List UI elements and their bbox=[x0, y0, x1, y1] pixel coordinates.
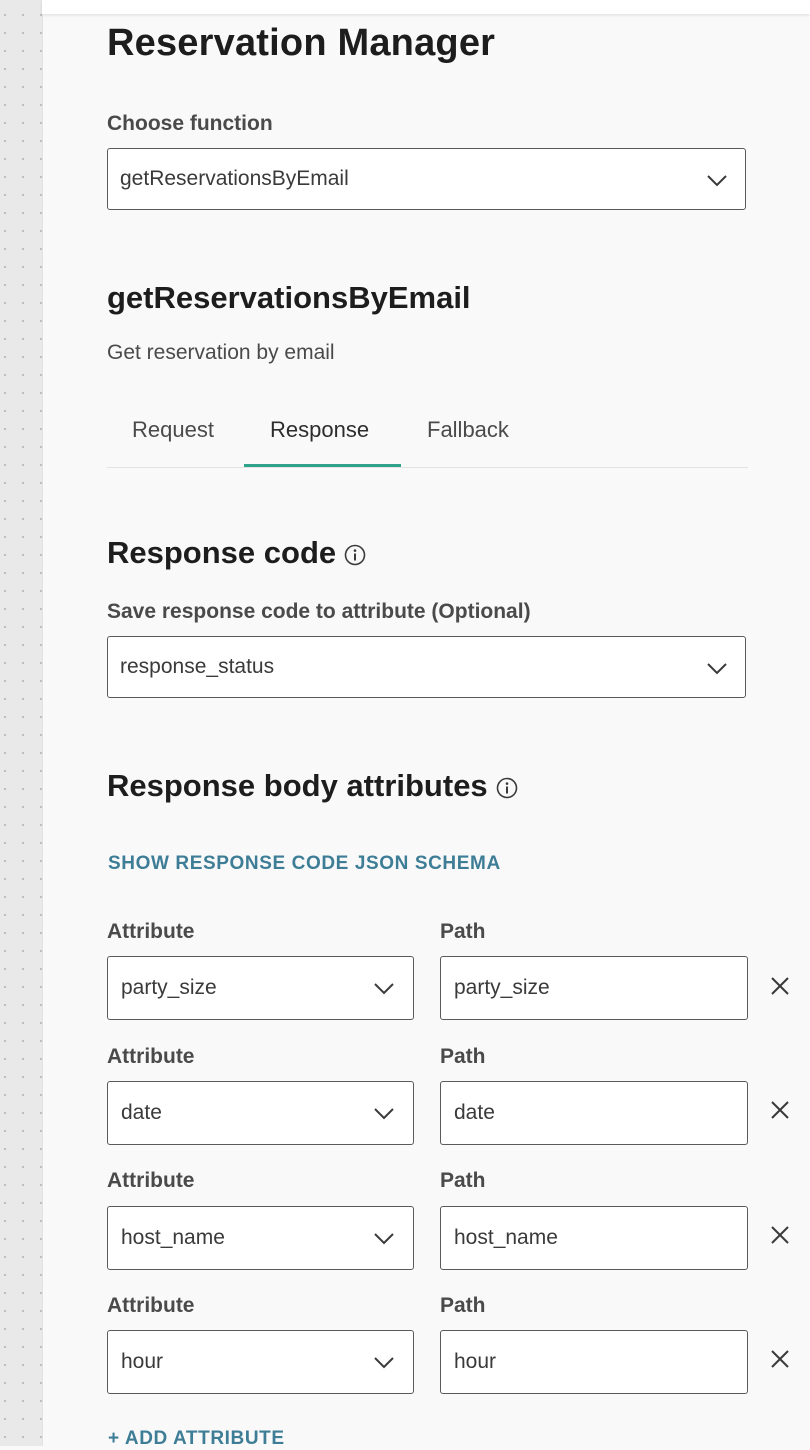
tab-response[interactable]: Response bbox=[270, 417, 369, 443]
tab-request[interactable]: Request bbox=[132, 417, 214, 443]
attribute-label: Attribute bbox=[107, 920, 195, 943]
response-body-heading: Response body attributes bbox=[107, 768, 488, 803]
attribute-select[interactable]: hour bbox=[107, 1330, 414, 1394]
path-input[interactable]: date bbox=[440, 1081, 748, 1145]
close-icon[interactable] bbox=[771, 977, 789, 995]
close-icon[interactable] bbox=[771, 1101, 789, 1119]
path-input[interactable]: host_name bbox=[440, 1206, 748, 1270]
path-input[interactable]: hour bbox=[440, 1330, 748, 1394]
path-label: Path bbox=[440, 1294, 486, 1317]
canvas-background bbox=[0, 0, 43, 1446]
function-select-value: getReservationsByEmail bbox=[120, 167, 349, 190]
chevron-down-icon bbox=[374, 1108, 394, 1120]
save-response-code-label: Save response code to attribute (Optiona… bbox=[107, 600, 531, 623]
response-code-section-heading: Response code bbox=[107, 535, 366, 571]
path-input-value: party_size bbox=[454, 976, 550, 999]
close-icon[interactable] bbox=[771, 1226, 789, 1244]
attribute-select-value: hour bbox=[121, 1350, 164, 1373]
chevron-down-icon bbox=[374, 1357, 394, 1369]
add-attribute-link[interactable]: + ADD ATTRIBUTE bbox=[108, 1428, 285, 1450]
response-code-heading: Response code bbox=[107, 535, 337, 570]
tab-fallback[interactable]: Fallback bbox=[427, 417, 509, 443]
function-description: Get reservation by email bbox=[107, 341, 335, 364]
show-json-schema-link[interactable]: SHOW RESPONSE CODE JSON SCHEMA bbox=[108, 853, 501, 875]
response-code-attribute-value: response_status bbox=[120, 655, 275, 678]
path-input[interactable]: party_size bbox=[440, 956, 748, 1020]
path-input-value: host_name bbox=[454, 1226, 558, 1249]
function-select[interactable]: getReservationsByEmail bbox=[107, 148, 746, 210]
choose-function-label: Choose function bbox=[107, 112, 273, 135]
top-bar bbox=[42, 0, 810, 14]
chevron-down-icon bbox=[374, 1233, 394, 1245]
attribute-select[interactable]: host_name bbox=[107, 1206, 414, 1270]
path-label: Path bbox=[440, 1045, 486, 1068]
attribute-label: Attribute bbox=[107, 1045, 195, 1068]
attribute-label: Attribute bbox=[107, 1169, 195, 1192]
attribute-select-value: host_name bbox=[121, 1226, 225, 1249]
chevron-down-icon bbox=[707, 663, 727, 675]
attribute-select[interactable]: party_size bbox=[107, 956, 414, 1020]
chevron-down-icon bbox=[707, 175, 727, 187]
path-label: Path bbox=[440, 920, 486, 943]
info-icon[interactable] bbox=[344, 544, 366, 566]
chevron-down-icon bbox=[374, 983, 394, 995]
path-input-value: hour bbox=[454, 1350, 497, 1373]
path-input-value: date bbox=[454, 1101, 495, 1124]
attribute-select-value: party_size bbox=[121, 976, 217, 999]
attribute-select[interactable]: date bbox=[107, 1081, 414, 1145]
attribute-select-value: date bbox=[121, 1101, 162, 1124]
response-code-attribute-select[interactable]: response_status bbox=[107, 636, 746, 698]
info-icon[interactable] bbox=[496, 777, 518, 799]
attribute-label: Attribute bbox=[107, 1294, 195, 1317]
response-body-section-heading: Response body attributes bbox=[107, 768, 518, 804]
function-name-heading: getReservationsByEmail bbox=[107, 280, 471, 315]
tab-bar: Request Response Fallback bbox=[107, 405, 748, 468]
page-title: Reservation Manager bbox=[107, 22, 496, 64]
active-tab-indicator bbox=[244, 464, 401, 467]
path-label: Path bbox=[440, 1169, 486, 1192]
close-icon[interactable] bbox=[771, 1350, 789, 1368]
